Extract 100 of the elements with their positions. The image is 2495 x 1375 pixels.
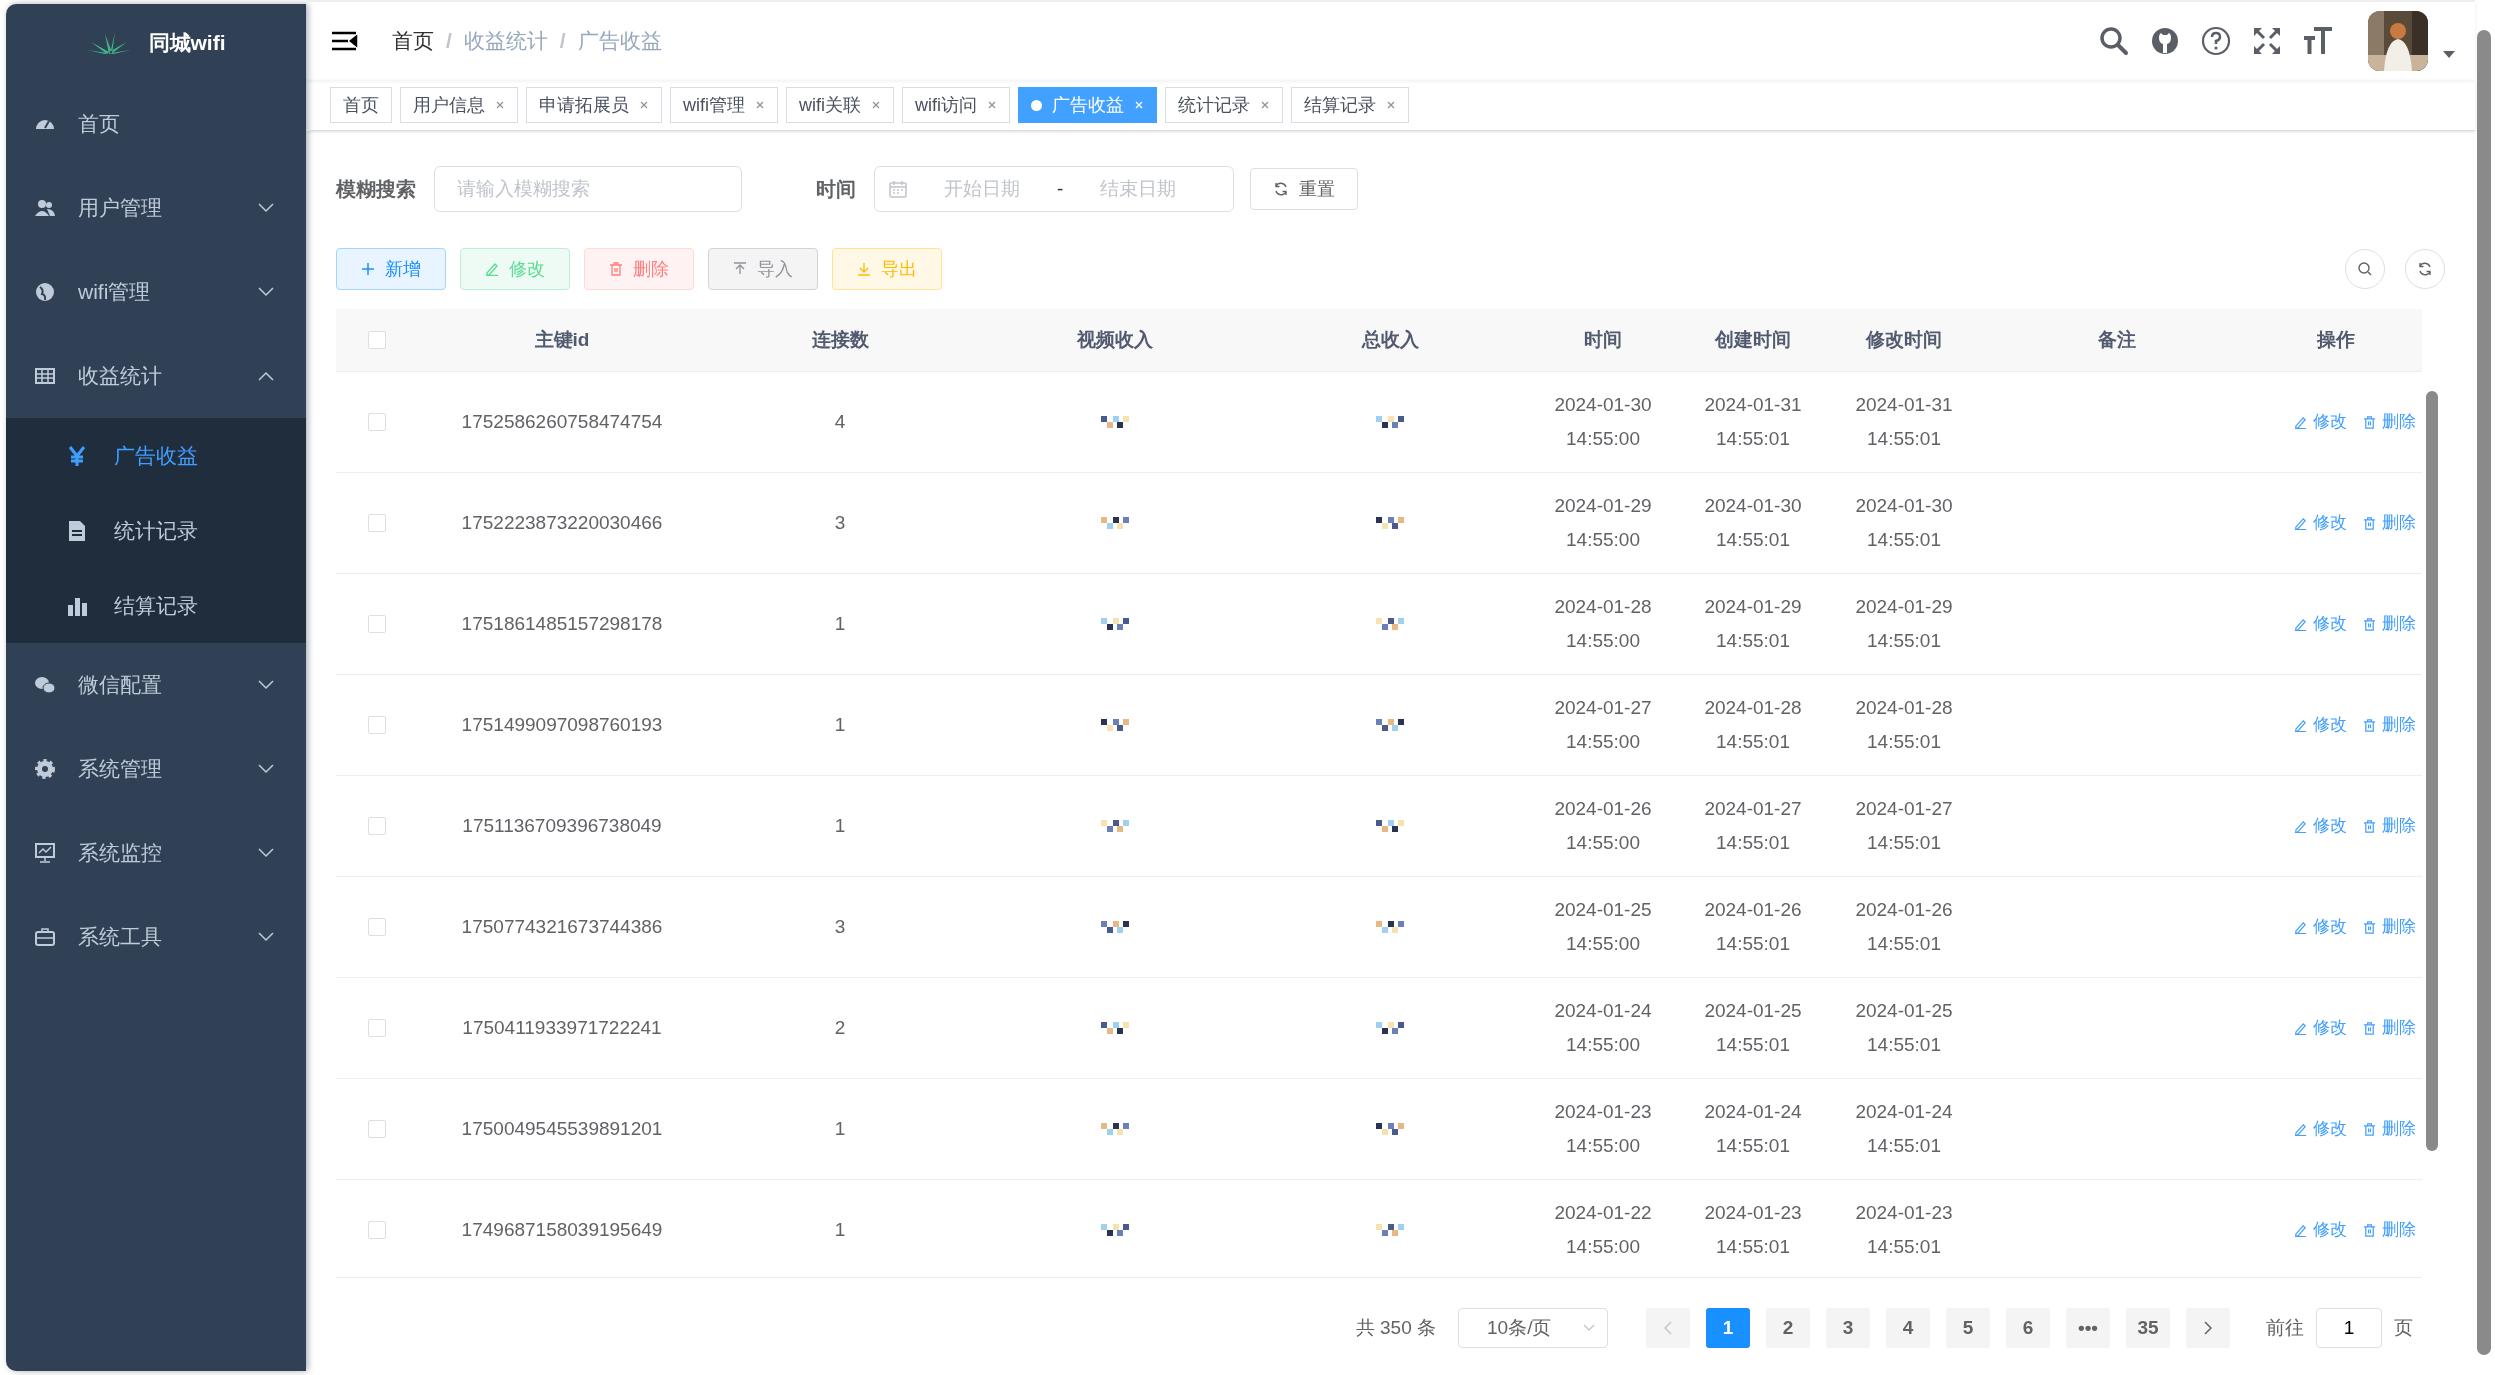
select-all-checkbox[interactable] — [368, 331, 386, 349]
page-button[interactable]: 1 — [1706, 1308, 1750, 1348]
fullscreen-icon[interactable] — [2252, 26, 2282, 56]
tab[interactable]: 申请拓展员 — [526, 87, 662, 123]
delete-link[interactable]: 删除 — [2363, 1011, 2416, 1045]
table-cell-text: 2024-01-25 14:55:01 — [1854, 999, 1954, 1057]
menu-fold-icon[interactable] — [332, 31, 358, 51]
tab[interactable]: 首页 — [330, 87, 392, 123]
close-icon[interactable] — [639, 100, 649, 110]
close-icon[interactable] — [495, 100, 505, 110]
tab[interactable]: wifi关联 — [786, 87, 894, 123]
search-field[interactable]: 请输入模糊搜索 — [434, 166, 742, 212]
page-button[interactable]: 3 — [1826, 1308, 1870, 1348]
delete-link[interactable]: 删除 — [2363, 405, 2416, 439]
pencil-icon — [2294, 1223, 2307, 1237]
row-checkbox[interactable] — [368, 615, 386, 633]
download-icon — [857, 262, 871, 276]
pixelated-value-icon — [1101, 820, 1129, 832]
help-icon[interactable] — [2201, 26, 2231, 56]
refresh-icon — [2417, 261, 2433, 277]
row-checkbox[interactable] — [368, 413, 386, 431]
page-size-select[interactable]: 10条/页 — [1458, 1308, 1608, 1348]
delete-link[interactable]: 删除 — [2363, 1213, 2416, 1247]
submenu-item[interactable]: 结算记录 — [6, 568, 306, 643]
page-button[interactable]: 2 — [1766, 1308, 1810, 1348]
table-cell-text: 2024-01-22 14:55:00 — [1553, 1201, 1653, 1259]
edit-link[interactable]: 修改 — [2294, 1112, 2347, 1146]
pixelated-value-icon — [1376, 1022, 1404, 1034]
edit-link[interactable]: 修改 — [2294, 910, 2347, 944]
row-checkbox[interactable] — [368, 716, 386, 734]
row-checkbox[interactable] — [368, 918, 386, 936]
menu-item[interactable]: 微信配置 — [6, 643, 306, 727]
page-button[interactable]: ••• — [2066, 1308, 2110, 1348]
table-cell-text: 2024-01-30 14:55:01 — [1703, 494, 1803, 552]
caret-icon[interactable] — [2443, 51, 2455, 59]
menu-item[interactable]: wifi管理 — [6, 250, 306, 334]
edit-link[interactable]: 修改 — [2294, 506, 2347, 540]
menu-item[interactable]: 系统监控 — [6, 811, 306, 895]
column-header: 连接数 — [810, 328, 870, 352]
page-button[interactable]: 6 — [2006, 1308, 2050, 1348]
chevron-icon — [258, 848, 274, 858]
delete-link[interactable]: 删除 — [2363, 607, 2416, 641]
refresh-button[interactable] — [2405, 249, 2445, 289]
import-button[interactable]: 导入 — [708, 248, 818, 290]
goto-page-field[interactable]: 1 — [2316, 1308, 2382, 1348]
font-size-icon[interactable] — [2303, 26, 2333, 56]
delete-link[interactable]: 删除 — [2363, 910, 2416, 944]
pencil-icon — [2294, 920, 2307, 934]
tab[interactable]: 用户信息 — [400, 87, 518, 123]
close-icon[interactable] — [755, 100, 765, 110]
delete-link[interactable]: 删除 — [2363, 1112, 2416, 1146]
table-cell-text: 2024-01-31 14:55:01 — [1854, 393, 1954, 451]
menu-item[interactable]: 用户管理 — [6, 166, 306, 250]
breadcrumb-item[interactable]: 首页 — [392, 27, 434, 55]
plus-icon — [361, 262, 375, 276]
close-icon[interactable] — [987, 100, 997, 110]
menu-item[interactable]: 系统工具 — [6, 895, 306, 979]
menu-item[interactable]: 系统管理 — [6, 727, 306, 811]
submenu-item[interactable]: 广告收益 — [6, 418, 306, 493]
delete-link[interactable]: 删除 — [2363, 506, 2416, 540]
row-checkbox[interactable] — [368, 1120, 386, 1138]
time-label: 时间 — [816, 176, 856, 202]
tab[interactable]: 统计记录 — [1165, 87, 1283, 123]
search-toggle-button[interactable] — [2345, 249, 2385, 289]
tab[interactable]: wifi访问 — [902, 87, 1010, 123]
menu-item[interactable]: 首页 — [6, 82, 306, 166]
pixelated-value-icon — [1101, 1224, 1129, 1236]
row-checkbox[interactable] — [368, 817, 386, 835]
row-checkbox[interactable] — [368, 514, 386, 532]
column-header: 操作 — [2315, 328, 2356, 352]
table-cell-text: 2024-01-28 14:55:01 — [1854, 696, 1954, 754]
edit-link[interactable]: 修改 — [2294, 708, 2347, 742]
close-icon[interactable] — [871, 100, 881, 110]
row-checkbox[interactable] — [368, 1019, 386, 1037]
submenu-item[interactable]: 统计记录 — [6, 493, 306, 568]
menu-item[interactable]: 收益统计 — [6, 334, 306, 418]
delete-link[interactable]: 删除 — [2363, 809, 2416, 843]
page-button[interactable]: 35 — [2126, 1308, 2170, 1348]
scrollbar[interactable] — [2477, 30, 2491, 1355]
date-range-field[interactable]: 开始日期 - 结束日期 — [874, 166, 1234, 212]
search-icon[interactable] — [2099, 26, 2129, 56]
close-icon[interactable] — [1260, 100, 1270, 110]
github-icon[interactable] — [2150, 26, 2180, 56]
chevron-icon — [258, 287, 274, 297]
tab[interactable]: wifi管理 — [670, 87, 778, 123]
chevron-icon — [258, 764, 274, 774]
edit-link[interactable]: 修改 — [2294, 607, 2347, 641]
reset-button[interactable]: 重置 — [1250, 168, 1358, 210]
page-button[interactable]: 5 — [1946, 1308, 1990, 1348]
row-checkbox[interactable] — [368, 1221, 386, 1239]
delete-link[interactable]: 删除 — [2363, 708, 2416, 742]
tab[interactable]: 结算记录 — [1291, 87, 1409, 123]
edit-link[interactable]: 修改 — [2294, 1011, 2347, 1045]
page-button[interactable]: 4 — [1886, 1308, 1930, 1348]
close-icon[interactable] — [1386, 100, 1396, 110]
edit-link[interactable]: 修改 — [2294, 1213, 2347, 1247]
add-button[interactable]: 新增 — [336, 248, 446, 290]
edit-link[interactable]: 修改 — [2294, 405, 2347, 439]
edit-link[interactable]: 修改 — [2294, 809, 2347, 843]
pencil-icon — [2294, 415, 2307, 429]
